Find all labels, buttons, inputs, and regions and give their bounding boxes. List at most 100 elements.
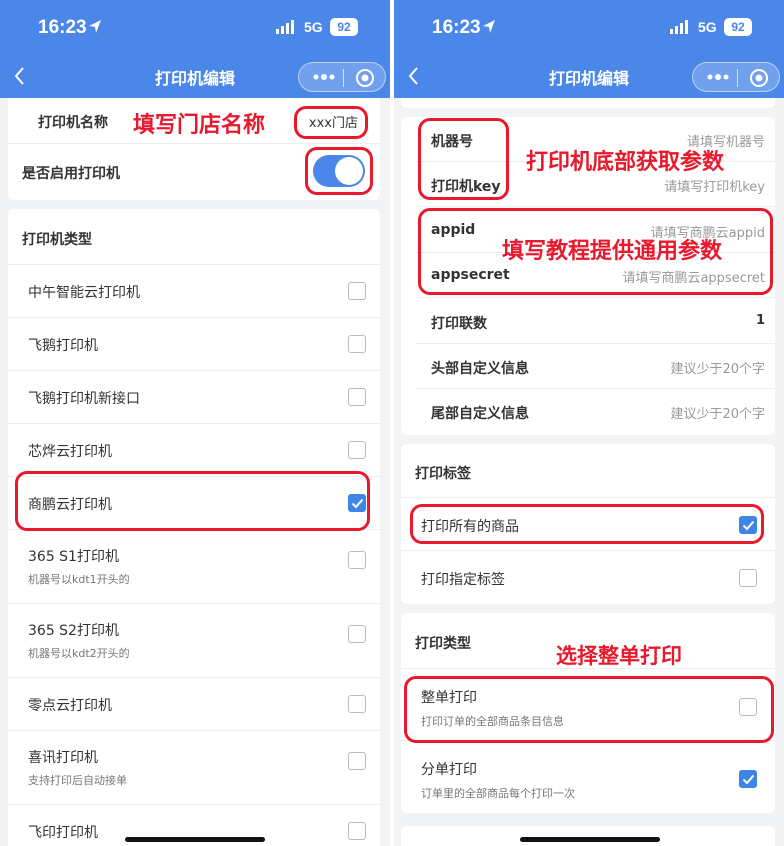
printer-type-label: 飞鹅打印机 [28,338,98,354]
config-field-value[interactable]: 请填写打印机key [664,176,765,195]
printer-type-label: 飞印打印机 [28,825,98,841]
printer-type-label: 零点云打印机 [28,698,112,714]
checkbox[interactable] [739,516,757,534]
home-indicator [125,837,265,842]
config-field-value[interactable]: 建议少于20个字 [670,358,765,377]
checkbox[interactable] [348,441,366,459]
config-field-label: appid [431,222,476,238]
capsule-divider [343,69,344,87]
print-label-option[interactable]: 打印指定标签 [401,551,775,604]
print-type-option-sub: 订单里的全部商品每个打印一次 [421,787,575,800]
printer-type-item[interactable]: 商鹏云打印机 [8,477,380,530]
checkbox[interactable] [348,625,366,643]
config-field-value[interactable]: 请填写商鹏云appsecret [622,267,765,286]
config-field-label: 头部自定义信息 [431,361,529,377]
status-time: 16:23 [432,17,481,38]
annotation-common-params: 填写教程提供通用参数 [502,239,723,264]
print-label-option[interactable]: 打印所有的商品 [401,498,775,551]
print-label-option-label: 打印指定标签 [421,572,505,588]
mini-program-capsule [692,62,780,92]
printer-type-item[interactable]: 芯烨云打印机 [8,424,380,477]
printer-type-item[interactable]: 零点云打印机 [8,678,380,731]
config-field-label: 尾部自定义信息 [431,406,529,422]
printer-type-label: 中午智能云打印机 [28,285,140,301]
printer-type-label: 飞鹅打印机新接口 [28,391,140,407]
printer-type-sub: 机器号以kdt1开头的 [28,573,130,586]
printer-type-label: 喜讯打印机 [28,750,98,766]
print-type-option[interactable]: 分单打印订单里的全部商品每个打印一次 [401,741,775,813]
annotation-whole-order: 选择整单打印 [556,644,682,668]
location-arrow-icon [483,20,495,33]
network-type: 5G [304,19,323,35]
checkmark-icon [742,774,755,785]
printer-type-label: 365 S1打印机 [28,549,119,565]
checkbox[interactable] [348,822,366,840]
printer-type-item[interactable]: 飞鹅打印机新接口 [8,371,380,424]
config-field-row[interactable]: 打印联数 1 [415,299,775,344]
print-type-option-label: 整单打印 [421,690,477,706]
nav-bar: 打印机编辑 [394,56,784,98]
toggle-knob [335,157,363,185]
checkbox[interactable] [348,494,366,512]
enable-printer-label: 是否启用打印机 [22,166,120,182]
printer-type-label: 商鹏云打印机 [28,497,112,513]
printer-type-header: 打印机类型 [8,209,380,265]
print-label-header: 打印标签 [401,444,775,498]
checkbox[interactable] [348,388,366,406]
more-icon[interactable] [309,69,339,85]
printer-type-label: 365 S2打印机 [28,623,119,639]
printer-name-label: 打印机名称 [38,115,108,131]
status-bar: 16:23 5G 92 [0,0,390,56]
checkbox[interactable] [348,335,366,353]
nav-bar: 打印机编辑 [0,56,390,98]
right-screen: 16:23 5G 92 打印机编辑 机器号 请填写机器号 打印机key 请填写打印机k… [394,0,784,846]
print-label-card: 打印标签 打印所有的商品 打印指定标签 [401,444,775,604]
bottom-strip-card [401,826,775,846]
config-field-value[interactable]: 建议少于20个字 [670,403,765,422]
battery-icon: 92 [330,18,358,36]
printer-type-item[interactable]: 中午智能云打印机 [8,265,380,318]
config-field-value[interactable]: 1 [756,313,765,328]
enable-printer-toggle[interactable] [313,155,365,187]
printer-type-card: 打印机类型 中午智能云打印机 飞鹅打印机飞鹅打印机新接口 芯烨云打印机 商鹏云打印机 3… [8,209,380,846]
printer-type-item[interactable]: 365 S1打印机 机器号以kdt1开头的 [8,530,380,604]
home-indicator [520,837,660,842]
status-bar: 16:23 5G 92 [394,0,784,56]
printer-type-title: 打印机类型 [22,232,92,248]
checkmark-icon [351,498,364,509]
annotation-bottom-params: 打印机底部获取参数 [526,150,725,175]
print-type-title: 打印类型 [415,636,471,652]
checkbox[interactable] [348,282,366,300]
signal-icon [670,20,688,34]
signal-icon [276,20,294,34]
printer-type-sub: 支持打印后自动接单 [28,774,127,787]
mini-program-capsule [298,62,386,92]
print-label-title: 打印标签 [415,466,471,482]
print-type-option[interactable]: 整单打印 打印订单的全部商品条目信息 [401,669,775,741]
printer-type-item[interactable]: 365 S2打印机 机器号以kdt2开头的 [8,604,380,678]
more-icon[interactable] [703,69,733,85]
checkbox[interactable] [739,698,757,716]
printer-type-item[interactable]: 飞鹅打印机 [8,318,380,371]
left-screen: 16:23 5G 92 打印机编辑 打印机名称 xxx门店 是否启用打印机 打印… [0,0,390,846]
config-field-label: 打印联数 [431,316,487,332]
checkbox[interactable] [348,752,366,770]
config-field-row[interactable]: 头部自定义信息 建议少于20个字 [415,344,775,389]
config-field-row[interactable]: 尾部自定义信息 建议少于20个字 [415,389,775,434]
checkbox[interactable] [348,695,366,713]
printer-type-label: 芯烨云打印机 [28,444,112,460]
config-field-label: 机器号 [431,134,473,150]
checkbox[interactable] [739,569,757,587]
network-type: 5G [698,19,717,35]
printer-type-item[interactable]: 喜讯打印机支持打印后自动接单 [8,731,380,805]
checkbox[interactable] [739,770,757,788]
checkbox[interactable] [348,551,366,569]
config-field-label: 打印机key [431,179,501,195]
print-type-option-label: 分单打印 [421,762,477,778]
close-circle-icon[interactable] [355,68,375,88]
checkmark-icon [742,520,755,531]
print-label-option-label: 打印所有的商品 [421,519,519,535]
location-arrow-icon [89,20,101,33]
printer-name-value[interactable]: xxx门店 [309,112,358,131]
close-circle-icon[interactable] [749,68,769,88]
